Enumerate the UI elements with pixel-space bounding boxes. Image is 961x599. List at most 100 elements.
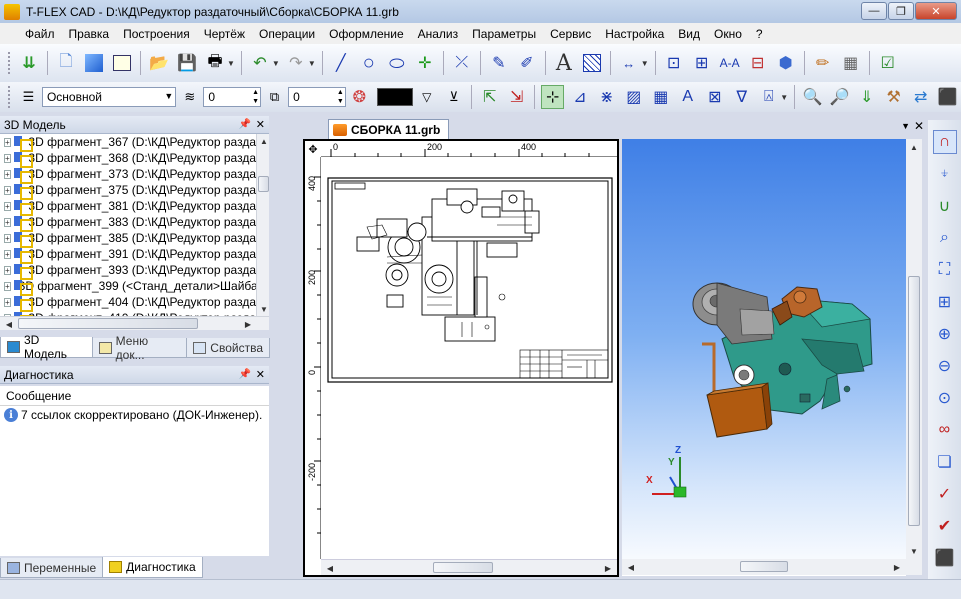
tree-item[interactable]: +3D фрагмент_373 (D:\КД\Редуктор разда [0,166,256,184]
scroll-thumb[interactable] [258,176,269,192]
document-tab[interactable]: СБОРКА 11.grb [328,119,450,139]
hammer-icon[interactable]: ⚒ [882,85,905,109]
3d-view-icon[interactable]: ⬢ [774,51,798,75]
close-panel-icon[interactable]: ✕ [256,118,265,131]
list-item[interactable]: i 7 ссылок скорректировано (ДОК-Инженер)… [0,406,269,424]
toolbar-grip[interactable] [8,52,11,74]
menu-file[interactable]: Файл [18,27,62,41]
color-palette-icon[interactable]: ❂ [348,85,371,109]
snap-tolerance-icon[interactable]: ∇ [730,85,753,109]
menu-settings[interactable]: Настройка [598,27,671,41]
expand-icon[interactable]: + [4,265,11,275]
model-tree-vscroll[interactable]: ▲ ▼ [256,134,269,316]
tree-item[interactable]: +3D фрагмент_367 (D:\КД\Редуктор разда [0,134,256,152]
restore-button[interactable]: ❐ [888,2,914,20]
calculator-icon[interactable]: ▦ [839,51,863,75]
snap-dim-icon[interactable]: ⊠ [703,85,726,109]
hatch-tool-icon[interactable] [580,51,604,75]
roughness-tool-icon[interactable]: A-A [718,51,742,75]
snap-hatch-icon[interactable]: ▨ [622,85,645,109]
scroll-left-icon[interactable]: ◀ [2,317,16,331]
stereo-glasses-icon[interactable]: ∞ [933,418,957,442]
snap-dropdown-icon[interactable]: ▼ [780,93,788,102]
open-folder-icon[interactable]: 📂 [147,51,171,75]
view-label-icon[interactable]: ⊟ [746,51,770,75]
report-tool-icon[interactable]: ✏ [811,51,835,75]
scroll-right-icon[interactable]: ▶ [241,317,255,331]
save-icon[interactable]: 💾 [175,51,199,75]
scroll-right-icon[interactable]: ▶ [601,561,615,575]
scroll-down-icon[interactable]: ▼ [257,302,271,316]
print-icon[interactable]: 🖶 [203,51,227,75]
3d-viewport[interactable]: Z X Y [622,139,906,576]
close-button[interactable]: ✕ [915,2,957,20]
zoom-window-icon[interactable]: ⌕ [933,226,957,250]
node-tool-icon[interactable]: ✛ [413,51,437,75]
ellipse-tool-icon[interactable]: ⬭ [385,51,409,75]
pages-icon[interactable]: ❏ [933,450,957,474]
zoom-icon[interactable]: 🔎 [828,85,851,109]
expand-icon[interactable]: + [4,153,11,163]
close-document-icon[interactable]: ✕ [914,119,924,133]
color-swatch[interactable] [376,88,414,106]
menu-construct[interactable]: Построения [116,27,197,41]
print-dropdown-icon[interactable]: ▼ [227,59,235,68]
select-by-type-icon[interactable]: ⇱ [478,85,501,109]
expand-icon[interactable]: + [4,297,11,307]
scroll-left-icon[interactable]: ◀ [323,561,337,575]
tree-item[interactable]: +3D фрагмент_368 (D:\КД\Редуктор разда [0,150,256,168]
snap-symbol-icon[interactable]: ⍓ [757,85,780,109]
zoom-in-icon[interactable]: ⊕ [933,322,957,346]
fit-selection-icon[interactable]: ⊞ [933,290,957,314]
spline-tool-icon[interactable]: ✐ [515,51,539,75]
expand-icon[interactable]: + [4,249,11,259]
tree-item[interactable]: +3D фрагмент_385 (D:\КД\Редуктор разда [0,230,256,248]
tab-document-menu[interactable]: Меню док... [91,334,188,362]
pin-icon[interactable]: 📌 [239,119,251,130]
sketch-tool-icon[interactable]: ✎ [487,51,511,75]
tree-item[interactable]: +3D фрагмент_393 (D:\КД\Редуктор разда [0,262,256,280]
undo-icon[interactable]: ↶ [248,51,272,75]
menu-design[interactable]: Оформление [322,27,410,41]
menu-analysis[interactable]: Анализ [411,27,466,41]
scroll-thumb[interactable] [433,562,493,573]
dimension-dropdown-icon[interactable]: ▼ [641,59,649,68]
new-document-icon[interactable]: 🗋 [54,51,78,75]
tab-diagnostics[interactable]: Диагностика [102,557,203,578]
cube-icon[interactable]: ⬛ [933,546,957,570]
text-tool-icon[interactable]: A [552,51,576,76]
menu-window[interactable]: Окно [707,27,749,41]
3d-hscroll[interactable]: ◀ ▶ [622,559,922,575]
dimension-tool-icon[interactable]: ↔ [617,51,641,75]
pin-snap-icon[interactable]: ⍖ [933,162,957,186]
line-tool-icon[interactable]: ╱ [329,51,353,75]
expand-icon[interactable]: + [4,217,11,227]
pin-icon[interactable]: 📌 [239,369,251,380]
snap-text-icon[interactable]: A [676,85,699,109]
magnet-snap-icon[interactable]: ∩ [932,130,957,154]
zoom-previous-icon[interactable]: ⊙ [933,386,957,410]
scroll-thumb[interactable] [908,276,920,526]
zoom-window-icon[interactable]: 🔍 [801,85,824,109]
zoom-out-icon[interactable]: ⊖ [933,354,957,378]
refresh-icon[interactable]: ⇄ [909,85,932,109]
circle-tool-icon[interactable]: ○ [357,51,381,75]
layer-select[interactable]: Основной ▼ [41,87,177,107]
move-cross-icon[interactable]: ✥ [305,141,321,157]
scroll-down-icon[interactable]: ▼ [907,544,921,558]
expand-icon[interactable]: + [4,169,11,179]
scroll-up-icon[interactable]: ▲ [907,140,921,154]
scroll-right-icon[interactable]: ▶ [890,560,904,574]
magnet-check-icon[interactable]: ∪ [933,194,957,218]
menu-edit[interactable]: Правка [62,27,117,41]
tree-item[interactable]: +3D фрагмент_381 (D:\КД\Редуктор разда [0,198,256,216]
chevrons-down-icon[interactable]: ⇊ [17,51,41,75]
layers-icon[interactable]: ☰ [17,85,40,109]
menu-service[interactable]: Сервис [543,27,598,41]
minimize-button[interactable]: — [861,2,887,20]
expand-icon[interactable]: + [4,201,11,211]
multi-check-icon[interactable]: ✔ [933,514,957,538]
snap-intersect-icon[interactable]: ⋇ [595,85,618,109]
deselect-icon[interactable]: ⇲ [505,85,528,109]
tree-item[interactable]: +3D фрагмент_399 (<Станд_детали>Шайба [0,278,256,296]
